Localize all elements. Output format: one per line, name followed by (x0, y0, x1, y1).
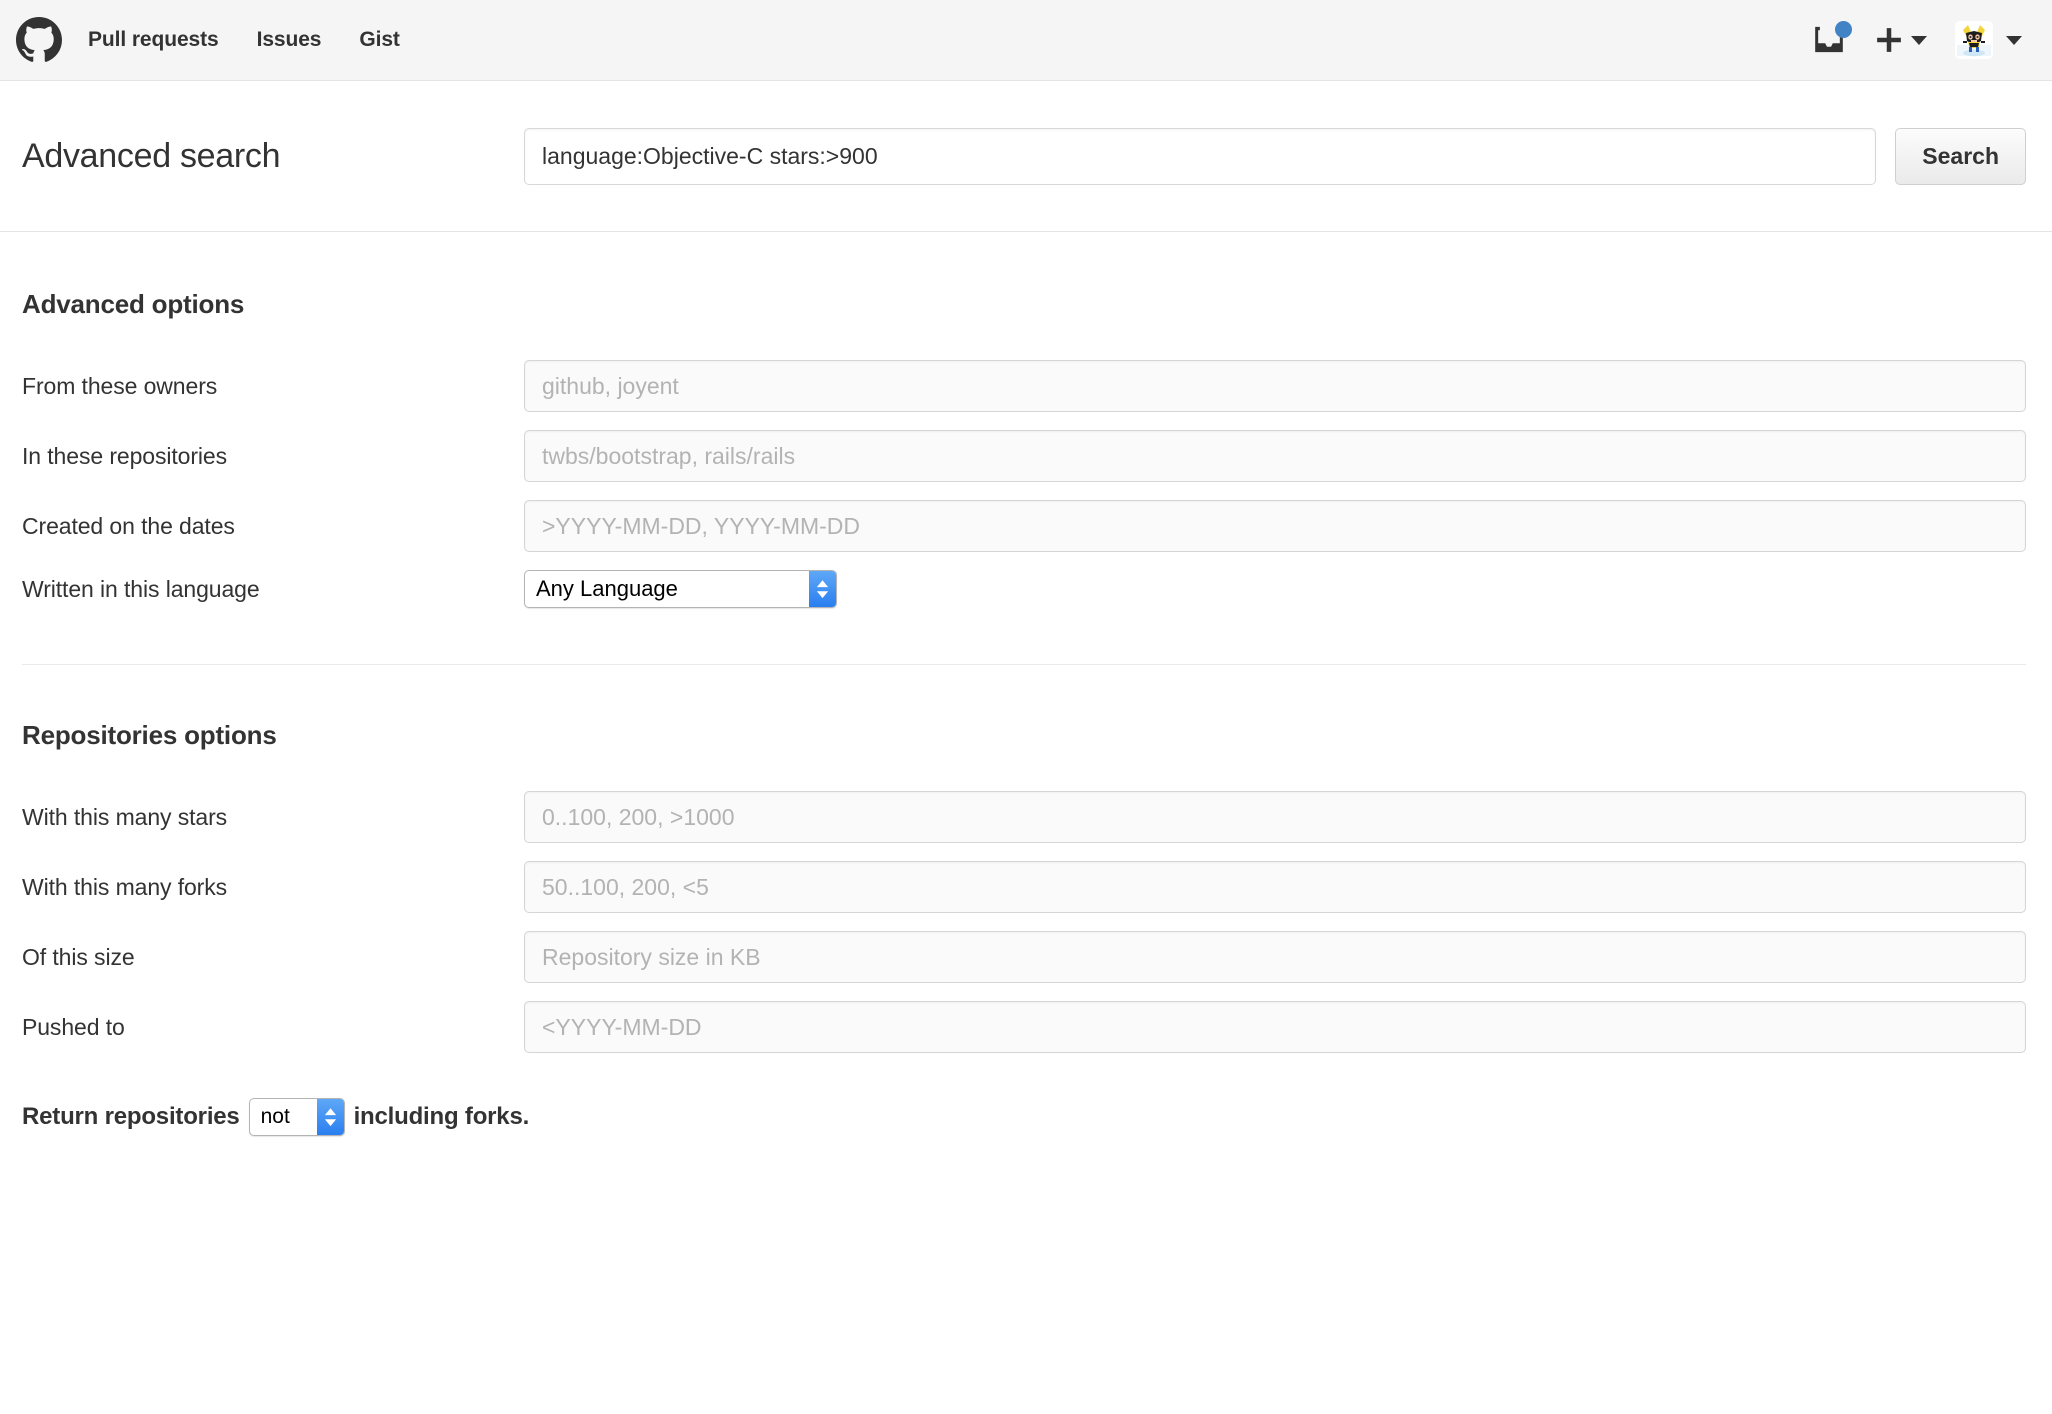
chevron-down-icon (1911, 35, 1927, 45)
forks-input[interactable] (524, 861, 2026, 913)
return-repositories-prefix: Return repositories (22, 1103, 240, 1130)
forks-inclusion-value: not (260, 1105, 290, 1128)
label-forks: With this many forks (22, 873, 228, 900)
pushed-to-input[interactable] (524, 1001, 2026, 1053)
create-new-button[interactable] (1874, 25, 1927, 55)
select-stepper-icon (809, 571, 836, 607)
advanced-search-form: Advanced options From these owners In th… (0, 232, 2052, 1146)
forks-inclusion-select[interactable]: not (248, 1098, 345, 1136)
chevron-down-icon (2006, 35, 2022, 45)
language-select-value: Any Language (536, 576, 678, 601)
repositories-input[interactable] (524, 430, 2026, 482)
label-created-dates: Created on the dates (22, 512, 235, 539)
nav-issues[interactable]: Issues (257, 28, 322, 52)
created-dates-input[interactable] (524, 500, 2026, 552)
label-language: Written in this language (22, 575, 260, 602)
avatar (1955, 21, 1993, 59)
field-row-created-dates: Created on the dates (22, 500, 2026, 552)
return-repositories-suffix: including forks. (353, 1103, 530, 1130)
search-row: Advanced search Search (0, 81, 2052, 232)
field-row-pushed-to: Pushed to (22, 1001, 2026, 1053)
label-stars: With this many stars (22, 803, 228, 830)
header-right (1812, 21, 2026, 59)
stars-input[interactable] (524, 791, 2026, 843)
repositories-options-heading: Repositories options (22, 720, 277, 750)
select-stepper-icon (316, 1099, 344, 1135)
site-header: Pull requests Issues Gist (0, 0, 2052, 81)
field-row-forks: With this many forks (22, 861, 2026, 913)
advanced-options-heading: Advanced options (22, 289, 245, 319)
notification-dot (1835, 21, 1852, 38)
nav-gist[interactable]: Gist (359, 28, 400, 52)
search-input[interactable] (524, 127, 1877, 185)
return-repositories-row: Return repositories not including forks. (22, 1098, 2026, 1146)
field-row-language: Written in this language Any Language (22, 570, 2026, 608)
page-title: Advanced search (22, 136, 281, 175)
header-nav: Pull requests Issues Gist (88, 28, 400, 52)
nav-pull-requests[interactable]: Pull requests (88, 28, 219, 52)
label-owners: From these owners (22, 372, 218, 399)
field-row-size: Of this size (22, 931, 2026, 983)
language-select[interactable]: Any Language (524, 570, 837, 608)
user-menu-button[interactable] (1955, 21, 2022, 59)
field-row-repositories: In these repositories (22, 430, 2026, 482)
label-size: Of this size (22, 943, 135, 970)
label-pushed-to: Pushed to (22, 1013, 125, 1040)
github-mark-icon[interactable] (16, 17, 62, 63)
field-row-stars: With this many stars (22, 791, 2026, 843)
plus-icon (1877, 28, 1901, 52)
owners-input[interactable] (524, 360, 2026, 412)
inbox-icon[interactable] (1812, 21, 1852, 55)
size-input[interactable] (524, 931, 2026, 983)
field-row-owners: From these owners (22, 360, 2026, 412)
header-left: Pull requests Issues Gist (16, 17, 400, 63)
search-button[interactable]: Search (1895, 127, 2026, 185)
label-repositories: In these repositories (22, 442, 228, 469)
